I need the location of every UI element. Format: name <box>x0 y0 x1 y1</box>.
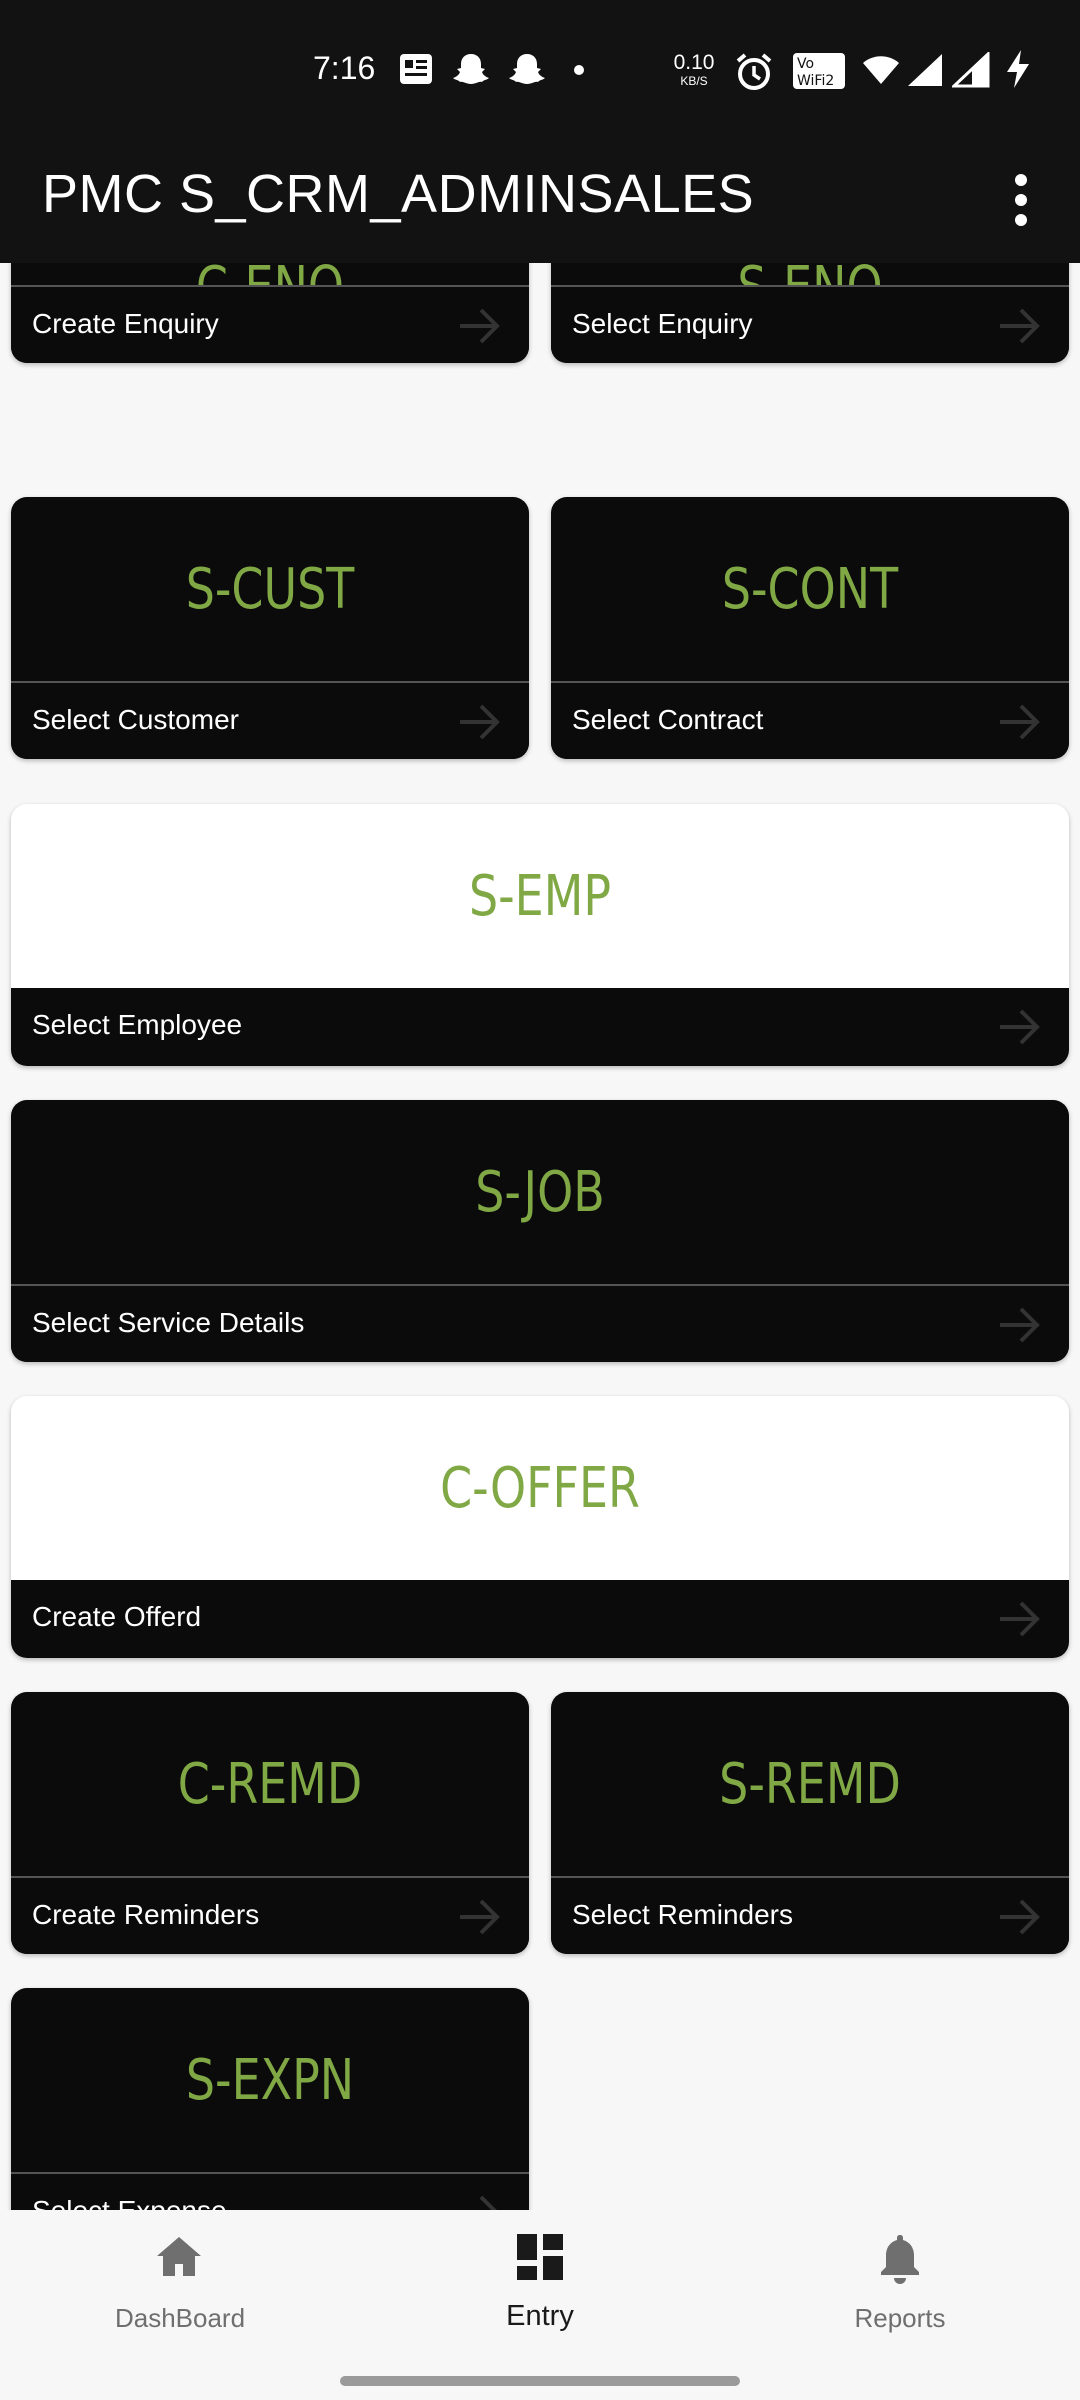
home-indicator[interactable] <box>340 2376 740 2386</box>
bell-icon <box>881 2235 919 2284</box>
arrow-right-icon <box>460 704 500 740</box>
card-label: Select Customer <box>32 704 239 735</box>
card-footer: Select Contract <box>551 681 1069 759</box>
card-create-reminders[interactable]: C-REMD Create Reminders <box>11 1692 529 1954</box>
page-title: PMC S_CRM_ADMINSALES <box>42 164 755 224</box>
card-create-offer[interactable]: C-OFFER Create Offerd <box>11 1396 1069 1658</box>
card-footer: Create Reminders <box>11 1876 529 1954</box>
arrow-right-icon <box>1000 1009 1040 1045</box>
vowifi-icon: VoWiFi2 <box>793 53 845 89</box>
nav-entry[interactable]: Entry <box>360 2210 720 2360</box>
card-select-expense[interactable]: S-EXPN Select Expense <box>11 1988 529 2210</box>
card-label: Select Enquiry <box>572 308 753 339</box>
card-select-employee[interactable]: S-EMP Select Employee <box>11 804 1069 1066</box>
nav-reports[interactable]: Reports <box>720 2210 1080 2360</box>
arrow-right-icon <box>1000 1899 1040 1935</box>
nav-label: DashBoard <box>114 2303 246 2333</box>
card-code: S-EMP <box>468 864 612 929</box>
status-time: 7:16 <box>313 50 376 86</box>
svg-text:Vo: Vo <box>797 56 814 72</box>
svg-text:WiFi2: WiFi2 <box>797 73 834 89</box>
signal-icon <box>952 52 990 88</box>
home-icon <box>157 2237 201 2276</box>
card-label: Create Enquiry <box>32 308 219 339</box>
card-footer: Select Expense <box>11 2172 529 2210</box>
alarm-icon <box>736 53 772 90</box>
card-label: Select Contract <box>572 704 764 735</box>
card-code: C-REMD <box>177 1752 363 1817</box>
card-footer: Select Customer <box>11 681 529 759</box>
card-code: C-OFFER <box>440 1456 640 1521</box>
card-footer: Select Enquiry <box>551 285 1069 363</box>
bottom-nav: DashBoard Entry Reports <box>0 2210 1080 2400</box>
card-footer: Select Employee <box>11 988 1069 1066</box>
nav-label: Reports <box>854 2303 946 2333</box>
card-create-enquiry[interactable]: C-ENQ Create Enquiry <box>11 263 529 363</box>
arrow-right-icon <box>1000 1601 1040 1637</box>
arrow-right-icon <box>479 2195 497 2210</box>
net-speed: 0.10 KB/S <box>673 51 715 88</box>
wifi-icon <box>863 56 899 84</box>
card-select-reminders[interactable]: S-REMD Select Reminders <box>551 1692 1069 1954</box>
card-label: Select Reminders <box>572 1899 793 1930</box>
snapchat-icon <box>509 54 545 84</box>
news-icon <box>400 54 432 84</box>
card-select-service-details[interactable]: S-JOB Select Service Details <box>11 1100 1069 1362</box>
card-label: Select Expense <box>32 2195 227 2210</box>
arrow-right-icon <box>460 308 500 344</box>
grid-icon <box>517 2234 563 2280</box>
app-bar: PMC S_CRM_ADMINSALES <box>0 135 1080 263</box>
card-select-customer[interactable]: S-CUST Select Customer <box>11 497 529 759</box>
card-select-contract[interactable]: S-CONT Select Contract <box>551 497 1069 759</box>
nav-label: Entry <box>506 2300 574 2332</box>
card-code: S-CONT <box>721 557 899 622</box>
card-code: S-EXPN <box>185 2048 355 2113</box>
card-label: Create Offerd <box>32 1601 202 1632</box>
card-label: Select Employee <box>32 1009 243 1040</box>
card-label: Create Reminders <box>32 1899 260 1930</box>
dot-icon <box>574 65 584 75</box>
status-bar: 7:16 0.10 KB/S Vo WiFi2 <box>0 0 1080 135</box>
arrow-right-icon <box>1000 308 1040 344</box>
card-footer: Create Offerd <box>11 1580 1069 1658</box>
snapchat-icon <box>453 54 489 84</box>
arrow-right-icon <box>1000 1307 1040 1343</box>
card-select-enquiry[interactable]: S-ENQ Select Enquiry <box>551 263 1069 363</box>
card-code: S-REMD <box>719 1752 901 1817</box>
card-footer: Create Enquiry <box>11 285 529 363</box>
card-footer: Select Reminders <box>551 1876 1069 1954</box>
entry-grid[interactable]: C-ENQ Create Enquiry S-ENQ Select Enquir… <box>0 263 1080 2210</box>
arrow-right-icon <box>460 1899 500 1935</box>
charging-icon <box>1007 50 1029 88</box>
card-footer: Select Service Details <box>11 1284 1069 1362</box>
signal-icon <box>908 54 942 86</box>
card-label: Select Service Details <box>32 1307 305 1338</box>
nav-dashboard[interactable]: DashBoard <box>0 2210 360 2360</box>
card-code: S-JOB <box>475 1160 605 1225</box>
card-code: S-CUST <box>185 557 355 622</box>
arrow-right-icon <box>1000 704 1040 740</box>
more-vert-icon[interactable] <box>1000 165 1044 235</box>
